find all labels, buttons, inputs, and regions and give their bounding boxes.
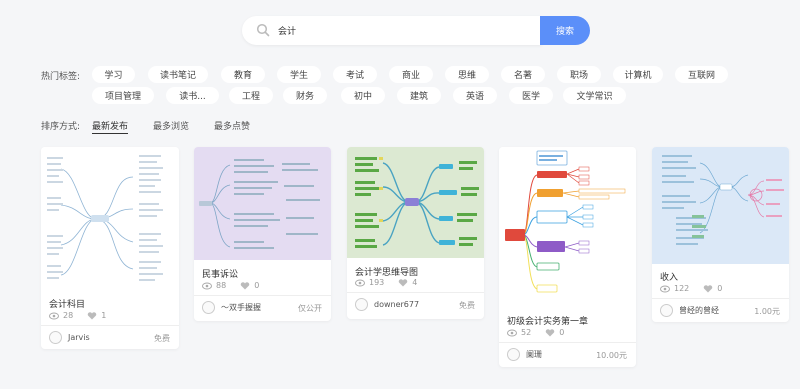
card-price: 仅公开 — [298, 304, 322, 313]
like-count: 0 — [254, 281, 260, 290]
card-title: 会计科目 — [49, 300, 86, 310]
tag-item[interactable]: 商业 — [389, 66, 433, 83]
tag-item[interactable]: 学习 — [92, 66, 135, 83]
card-price: 免费 — [459, 301, 475, 310]
tag-item[interactable]: 名著 — [501, 66, 545, 83]
tag-item[interactable]: 初中 — [341, 87, 385, 104]
like-count: 0 — [717, 284, 723, 293]
mindmap-card[interactable]: 民事诉讼 88 0 ～双手握握 仅公开 — [194, 147, 331, 321]
card-stats: 88 0 — [202, 281, 259, 290]
card-title: 会计学思维导图 — [355, 268, 419, 278]
search-input[interactable] — [278, 21, 528, 40]
card-title: 民事诉讼 — [202, 270, 239, 280]
search-bar: 搜索 — [242, 16, 590, 45]
heart-icon — [240, 281, 250, 289]
tag-item[interactable]: 职场 — [557, 66, 601, 83]
hot-tags-label: 热门标签: — [41, 72, 81, 82]
mindmap-thumbnail — [499, 147, 636, 307]
heart-icon — [704, 284, 713, 292]
like-count: 1 — [101, 311, 107, 320]
tag-item[interactable]: 文学常识 — [563, 87, 626, 104]
view-count: 88 — [216, 281, 227, 290]
tag-item[interactable]: 医学 — [509, 87, 553, 104]
tag-item[interactable]: 项目管理 — [92, 87, 154, 104]
card-divider — [194, 295, 331, 296]
mindmap-thumbnail — [347, 147, 484, 258]
card-divider — [499, 342, 636, 343]
author-name: 曾经的曾经 — [679, 306, 719, 315]
author-name: downer677 — [374, 300, 420, 309]
card-title: 收入 — [660, 273, 679, 283]
view-count: 52 — [521, 328, 532, 337]
heart-icon — [87, 311, 97, 319]
mindmap-card[interactable]: 初级会计实务第一章 52 0 阑珊 10.00元 — [499, 147, 636, 367]
tag-item[interactable]: 计算机 — [613, 66, 663, 83]
card-stats: 122 0 — [660, 284, 722, 293]
eye-icon — [202, 282, 212, 289]
sort-label: 排序方式: — [41, 122, 81, 132]
mindmap-thumbnail — [194, 147, 331, 260]
card-stats: 193 4 — [355, 278, 417, 287]
tag-item[interactable]: 英语 — [453, 87, 497, 104]
search-button[interactable]: 搜索 — [540, 16, 590, 45]
tag-item[interactable]: 考试 — [333, 66, 377, 83]
card-price: 1.00元 — [754, 307, 780, 316]
author-name: ～双手握握 — [221, 303, 261, 312]
mindmap-card[interactable]: 会计学思维导图 193 4 downer677 免费 — [347, 147, 484, 319]
like-count: 0 — [559, 328, 565, 337]
sort-option-most-viewed[interactable]: 最多浏览 — [153, 119, 189, 132]
avatar — [202, 301, 215, 314]
eye-icon — [507, 329, 517, 336]
card-divider — [347, 292, 484, 293]
card-price: 10.00元 — [596, 351, 627, 360]
eye-icon — [660, 285, 670, 292]
avatar — [507, 348, 520, 361]
like-count: 4 — [412, 278, 418, 287]
mindmap-thumbnail — [41, 147, 179, 289]
tag-item[interactable]: 财务 — [283, 87, 327, 104]
card-title: 初级会计实务第一章 — [507, 317, 589, 327]
avatar — [49, 331, 62, 344]
tag-item[interactable]: 学生 — [277, 66, 321, 83]
author-name: Jarvis — [68, 333, 90, 342]
card-divider — [41, 325, 179, 326]
sort-option-most-liked[interactable]: 最多点赞 — [214, 119, 250, 132]
mindmap-card[interactable]: 收入 122 0 曾经的曾经 1.00元 — [652, 147, 789, 322]
tag-item[interactable]: 读书笔记 — [148, 66, 208, 83]
author-name: 阑珊 — [526, 350, 542, 359]
card-author[interactable]: 阑珊 — [507, 348, 542, 361]
view-count: 193 — [369, 278, 385, 287]
tag-item[interactable]: 教育 — [221, 66, 265, 83]
eye-icon — [49, 312, 59, 319]
card-author[interactable]: 曾经的曾经 — [660, 304, 719, 317]
view-count: 122 — [674, 284, 690, 293]
sort-option-newest[interactable]: 最新发布 — [92, 119, 129, 134]
tag-item[interactable]: 建筑 — [397, 87, 441, 104]
card-author[interactable]: ～双手握握 — [202, 301, 261, 314]
card-stats: 28 1 — [49, 311, 106, 320]
search-box[interactable] — [242, 16, 542, 45]
card-price: 免费 — [154, 334, 170, 343]
card-divider — [652, 298, 789, 299]
tag-item[interactable]: 工程 — [229, 87, 273, 104]
mindmap-card[interactable]: 会计科目 28 1 Jarvis 免费 — [41, 147, 179, 349]
card-author[interactable]: downer677 — [355, 298, 419, 311]
tag-item[interactable]: 互联网 — [675, 66, 728, 83]
heart-icon — [545, 328, 555, 336]
view-count: 28 — [63, 311, 74, 320]
tag-item[interactable]: 读书... — [166, 87, 219, 104]
card-author[interactable]: Jarvis — [49, 331, 90, 344]
avatar — [355, 298, 368, 311]
avatar — [660, 304, 673, 317]
search-icon — [256, 23, 270, 37]
mindmap-thumbnail — [652, 147, 789, 264]
heart-icon — [399, 278, 408, 286]
eye-icon — [355, 279, 365, 286]
card-stats: 52 0 — [507, 328, 564, 337]
tag-item[interactable]: 思维 — [445, 66, 489, 83]
